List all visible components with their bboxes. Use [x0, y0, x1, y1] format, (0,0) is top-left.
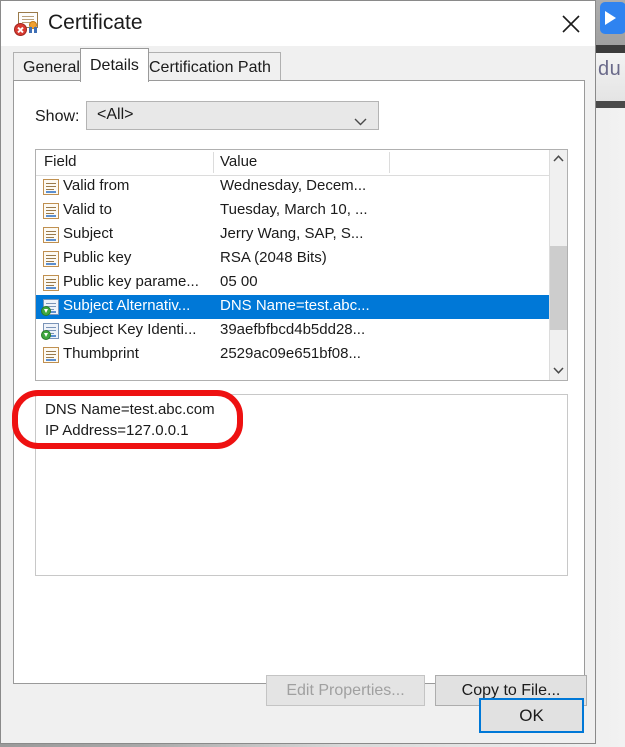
row-field-value: Tuesday, March 10, ... [220, 201, 368, 218]
field-icon [43, 227, 59, 243]
row-field-name: Valid to [63, 201, 112, 218]
row-field-name: Valid from [63, 177, 130, 194]
chevron-down-icon [553, 367, 564, 374]
tab-details[interactable]: Details [80, 48, 149, 82]
scrollbar-thumb[interactable] [550, 246, 567, 330]
chevron-down-icon [354, 113, 367, 131]
field-icon [43, 347, 59, 363]
list-vertical-scrollbar[interactable] [549, 150, 567, 380]
tab-general[interactable]: General [13, 52, 90, 82]
background-dark-band-top [596, 45, 625, 53]
column-divider-1[interactable] [213, 152, 214, 173]
row-field-value: RSA (2048 Bits) [220, 249, 327, 266]
edit-properties-button[interactable]: Edit Properties... [266, 675, 425, 706]
list-header: Field Value [36, 150, 567, 176]
table-row[interactable]: Public key parame... 05 00 [36, 271, 549, 295]
field-icon [43, 179, 59, 195]
table-row[interactable]: Thumbprint 2529ac09e651bf08... [36, 343, 549, 367]
row-field-name: Thumbprint [63, 345, 139, 362]
field-detail-textarea[interactable]: DNS Name=test.abc.com IP Address=127.0.0… [35, 394, 568, 576]
row-field-value: 05 00 [220, 273, 258, 290]
list-rows-container: Valid from Wednesday, Decem... Valid to Tue… [36, 175, 549, 367]
scroll-down-button[interactable] [550, 362, 567, 380]
row-field-value: 39aefbfbcd4b5dd28... [220, 321, 366, 338]
close-button[interactable] [547, 1, 595, 45]
table-row[interactable]: Valid to Tuesday, March 10, ... [36, 199, 549, 223]
row-field-name: Subject Key Identi... [63, 321, 197, 338]
column-header-field[interactable]: Field [44, 153, 77, 170]
row-field-name: Subject [63, 225, 114, 242]
row-field-value: DNS Name=test.abc... [220, 297, 370, 314]
background-blue-button[interactable] [600, 2, 625, 34]
show-label: Show: [35, 108, 80, 125]
certificate-error-icon [14, 10, 40, 36]
ok-button[interactable]: OK [479, 698, 584, 733]
column-divider-2[interactable] [389, 152, 390, 173]
certificate-dialog: Certificate General Details Certificatio… [0, 0, 596, 744]
column-header-value[interactable]: Value [220, 153, 257, 170]
table-row[interactable]: Public key RSA (2048 Bits) [36, 247, 549, 271]
row-field-value: Jerry Wang, SAP, S... [220, 225, 364, 242]
dialog-title: Certificate [48, 11, 143, 34]
error-badge-icon [14, 23, 27, 36]
field-icon [43, 251, 59, 267]
chevron-up-icon [553, 155, 564, 162]
show-dropdown[interactable]: <All> [86, 101, 379, 130]
extension-icon [41, 299, 59, 316]
scroll-up-button[interactable] [550, 150, 567, 168]
extension-icon [41, 323, 59, 340]
background-dark-band-lower [596, 101, 625, 108]
dialog-titlebar: Certificate [1, 1, 595, 46]
certificate-field-list[interactable]: Field Value Valid from Wednesday, Decem..… [35, 149, 568, 381]
field-icon [43, 275, 59, 291]
field-detail-text: DNS Name=test.abc.com IP Address=127.0.0… [45, 401, 215, 439]
close-icon [562, 15, 580, 33]
table-row[interactable]: Subject Jerry Wang, SAP, S... [36, 223, 549, 247]
tabstrip: General Details Certification Path [1, 46, 595, 82]
table-row[interactable]: Subject Alternativ... DNS Name=test.abc..… [36, 295, 549, 319]
details-panel: Show: <All> Field Value Valid from Wednes… [13, 80, 587, 706]
row-field-name: Subject Alternativ... [63, 297, 191, 314]
background-page-text: du [598, 58, 622, 80]
table-row[interactable]: Valid from Wednesday, Decem... [36, 175, 549, 199]
play-arrow-icon [605, 11, 616, 25]
field-icon [43, 203, 59, 219]
tab-certification-path[interactable]: Certification Path [139, 52, 281, 82]
show-dropdown-value: <All> [97, 106, 134, 123]
row-field-value: 2529ac09e651bf08... [220, 345, 361, 362]
row-field-name: Public key [63, 249, 132, 266]
table-row[interactable]: Subject Key Identi... 39aefbfbcd4b5dd28..… [36, 319, 549, 343]
row-field-value: Wednesday, Decem... [220, 177, 367, 194]
row-field-name: Public key parame... [63, 273, 199, 290]
